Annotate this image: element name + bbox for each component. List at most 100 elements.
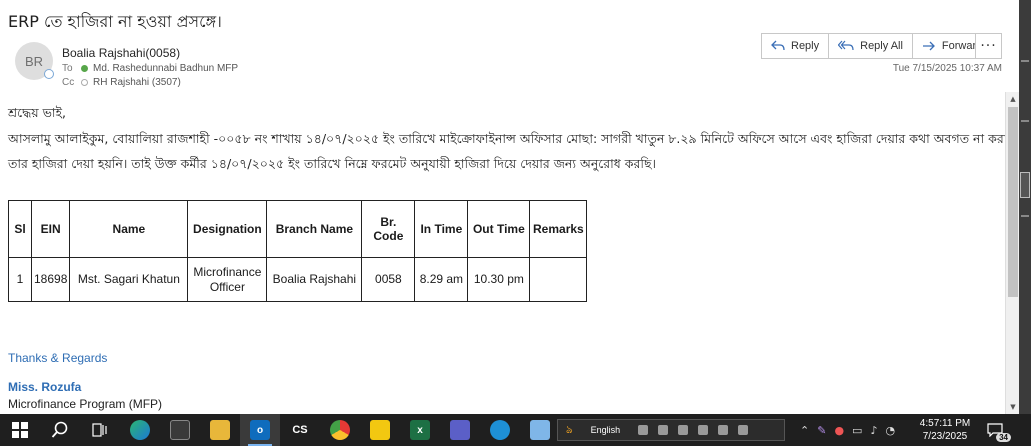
notification-center-button[interactable]: 34 (985, 420, 1011, 442)
message-body: শ্রদ্ধেয় ভাই, আসলামু আলাইকুম, বোয়ালিয়… (0, 92, 1005, 414)
signature-org: Microfinance Program (MFP) (8, 397, 163, 411)
task-view-icon (92, 423, 107, 437)
column-header: Remarks (529, 200, 588, 258)
keyboard-icon[interactable] (638, 425, 649, 435)
signature-name: Miss. Rozufa (8, 380, 82, 394)
security-icon[interactable]: ● (834, 424, 844, 437)
message-actions: Reply Reply All Forward (761, 33, 993, 59)
outlook-icon: o (250, 420, 270, 440)
windows-taskbar: o CS x ঌ English ⌃ ✎ ● ▭ ♪ ◔ 4:57:11 PM … (0, 414, 1031, 446)
column-header: Sl (8, 200, 32, 258)
more-icon: ··· (980, 38, 997, 54)
reply-all-button[interactable]: Reply All (829, 34, 913, 58)
chrome-icon (330, 420, 350, 440)
battery-icon[interactable]: ▭ (852, 424, 862, 437)
teams-icon (450, 420, 470, 440)
scroll-down-arrow-icon[interactable]: ▼ (1006, 400, 1020, 414)
clock-time: 4:57:11 PM (919, 418, 971, 429)
pen-tray-icon[interactable]: ✎ (817, 424, 826, 437)
reply-icon (771, 40, 785, 51)
cell-branch: Boalia Rajshahi (266, 257, 363, 302)
reply-label: Reply (791, 40, 820, 52)
column-header: Designation (187, 200, 268, 258)
show-hidden-icons-icon[interactable]: ⌃ (800, 424, 809, 437)
cell-sl: 1 (8, 257, 32, 302)
notification-count-badge: 34 (996, 433, 1011, 442)
taskbar-chrome[interactable] (320, 414, 360, 446)
column-header: EIN (30, 200, 71, 258)
help-icon[interactable] (718, 425, 729, 435)
cc-recipients: Cc RH Rajshahi (3507) (62, 77, 181, 88)
edge-browser-icon (130, 420, 150, 440)
cell-remarks (529, 257, 588, 302)
language-bar: ঌ English (557, 419, 785, 441)
excel-icon: x (410, 420, 430, 440)
to-recipients: To Md. Rashedunnabi Badhun MFP (62, 63, 238, 74)
scrollbar-thumb[interactable] (1008, 107, 1018, 297)
edge-mark (1021, 60, 1029, 62)
start-button[interactable] (0, 414, 40, 446)
cc-recipient[interactable]: RH Rajshahi (3507) (93, 77, 181, 88)
background-window-edge (1019, 0, 1031, 414)
edge-mark (1021, 215, 1029, 217)
forward-icon (922, 41, 935, 51)
cs-app-label: CS (292, 424, 308, 436)
cell-ein: 18698 (30, 257, 71, 302)
folder-icon (210, 420, 230, 440)
cell-designation: Microfinance Officer (187, 257, 268, 302)
gear-icon[interactable] (678, 425, 689, 435)
powerbi-icon (370, 420, 390, 440)
taskbar-teams[interactable] (440, 414, 480, 446)
cc-label: Cc (62, 77, 75, 88)
avatar-initials: BR (24, 53, 44, 69)
network-icon[interactable]: ◔ (885, 424, 895, 437)
taskbar-powerbi[interactable] (360, 414, 400, 446)
windows-logo-icon (12, 422, 28, 438)
body-line-2: তার হাজিরা দেয়া হয়নি। তাই উক্ত কর্মীর … (8, 156, 657, 171)
vertical-scrollbar[interactable]: ▲ ▼ (1005, 92, 1019, 414)
email-subject: ERP তে হাজিরা না হওয়া প্রসঙ্গে। (8, 12, 222, 31)
edge-box (1020, 172, 1030, 198)
more-actions-button[interactable]: ··· (975, 33, 1002, 59)
scroll-up-arrow-icon[interactable]: ▲ (1006, 92, 1020, 106)
options-icon[interactable] (738, 425, 749, 435)
edge-mark (1021, 120, 1029, 122)
signature-thanks: Thanks & Regards (8, 351, 108, 365)
sender-avatar[interactable]: BR (15, 42, 54, 80)
outlook-reading-pane: ERP তে হাজিরা না হওয়া প্রসঙ্গে। BR Boal… (0, 0, 1031, 446)
column-header: Branch Name (266, 200, 363, 258)
ie-icon[interactable] (698, 425, 709, 435)
taskbar-edge[interactable] (120, 414, 160, 446)
taskbar-notes[interactable] (520, 414, 560, 446)
column-header: Name (69, 200, 189, 258)
taskbar-file-explorer[interactable] (200, 414, 240, 446)
system-clock[interactable]: 4:57:11 PM 7/23/2025 (915, 417, 975, 443)
column-header: In Time (414, 200, 469, 258)
search-icon (51, 421, 68, 438)
taskbar-excel[interactable]: x (400, 414, 440, 446)
cell-code: 0058 (361, 257, 416, 302)
cell-in-time: 8.29 am (414, 257, 469, 302)
sender-name[interactable]: Boalia Rajshahi(0058) (62, 46, 180, 60)
search-button[interactable] (40, 414, 80, 446)
presence-unknown-icon (81, 79, 88, 86)
volume-icon[interactable]: ♪ (870, 424, 877, 437)
table-header-row: Sl EIN Name Designation Branch Name Br. … (8, 200, 588, 258)
taskbar-store[interactable] (160, 414, 200, 446)
reply-all-icon (838, 40, 854, 51)
language-indicator[interactable]: English (591, 425, 621, 435)
attendance-table: Sl EIN Name Designation Branch Name Br. … (8, 200, 588, 302)
reply-button[interactable]: Reply (762, 34, 830, 58)
to-recipient[interactable]: Md. Rashedunnabi Badhun MFP (93, 63, 238, 74)
taskbar-outlook[interactable]: o (240, 414, 280, 446)
to-label: To (62, 63, 73, 74)
taskbar-cs[interactable]: CS (280, 414, 320, 446)
notes-icon (530, 420, 550, 440)
task-view-button[interactable] (80, 414, 120, 446)
cell-out-time: 10.30 pm (467, 257, 531, 302)
input-method-icon[interactable]: ঌ (566, 421, 573, 440)
pen-icon[interactable] (658, 425, 669, 435)
column-header: Out Time (467, 200, 531, 258)
taskbar-settings-app[interactable] (480, 414, 520, 446)
received-datetime: Tue 7/15/2025 10:37 AM (892, 63, 1002, 74)
